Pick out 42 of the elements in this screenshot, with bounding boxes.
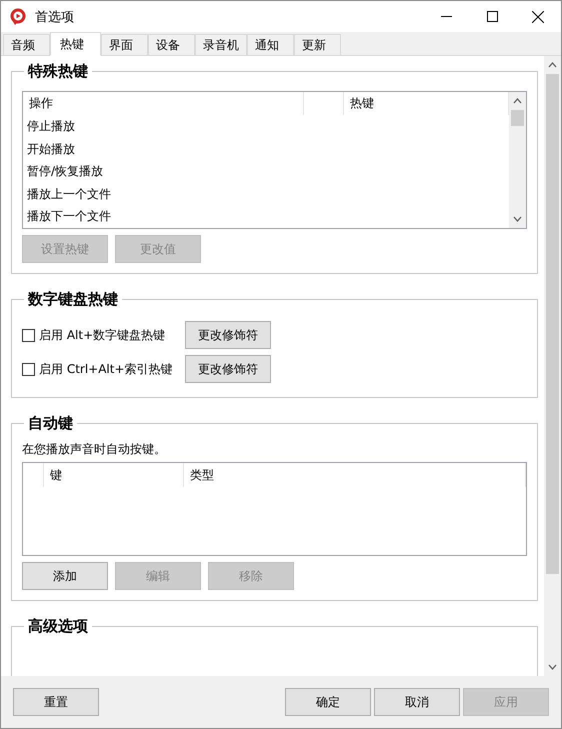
button[interactable]: 更改修饰符 (185, 321, 271, 349)
tab[interactable]: 界面 (101, 34, 148, 55)
close-icon (532, 10, 544, 22)
column-header[interactable]: 类型 (184, 463, 526, 487)
column-header[interactable]: 操作 (23, 92, 304, 116)
column-header[interactable]: 键 (44, 463, 184, 487)
maximize-icon (486, 11, 498, 22)
list-item[interactable]: 开始播放 (23, 138, 509, 160)
group-title: 高级选项 (27, 617, 89, 636)
group-title: 特殊热键 (26, 62, 89, 81)
tab[interactable]: 设备 (148, 34, 195, 55)
scrollbar[interactable] (509, 92, 526, 228)
scroll-down-icon[interactable] (513, 216, 522, 222)
scroll-up-icon[interactable] (548, 62, 557, 68)
list-item[interactable]: 暂停/恢复播放 (23, 160, 509, 183)
list-item[interactable]: 播放上一个文件 (23, 182, 509, 206)
group-title: 数字键盘热键 (26, 290, 119, 309)
reset-button[interactable]: 重置 (13, 688, 99, 716)
list-item[interactable]: 播放下一个文件 (23, 205, 509, 228)
app-logo-icon (9, 8, 27, 26)
checkbox-label[interactable]: 启用 Alt+数字键盘热键 (22, 326, 185, 344)
checkbox[interactable] (22, 328, 35, 342)
button[interactable]: 添加 (22, 562, 108, 590)
button[interactable]: 确定 (285, 688, 371, 716)
tab[interactable]: 更新 (294, 34, 341, 55)
tab[interactable]: 通知 (247, 34, 294, 55)
checkbox[interactable] (22, 362, 35, 376)
description: 在您播放声音时自动按键。 (22, 441, 167, 458)
group-title: 自动键 (27, 414, 74, 433)
list-item[interactable]: 停止播放 (23, 115, 509, 138)
scroll-down-icon[interactable] (548, 664, 557, 670)
scrollbar-thumb[interactable] (546, 74, 559, 574)
scrollbar-thumb[interactable] (511, 110, 524, 126)
window-title: 首选项 (35, 8, 75, 26)
checkbox-label[interactable]: 启用 Ctrl+Alt+索引热键 (22, 360, 185, 378)
button[interactable]: 取消 (374, 688, 460, 716)
scrollbar[interactable] (544, 56, 561, 676)
scroll-up-icon[interactable] (513, 98, 522, 104)
button[interactable]: 更改修饰符 (185, 355, 271, 383)
tab[interactable]: 录音机 (195, 34, 247, 55)
tab[interactable]: 音频 (3, 34, 50, 55)
tab[interactable]: 热键 (50, 32, 101, 56)
